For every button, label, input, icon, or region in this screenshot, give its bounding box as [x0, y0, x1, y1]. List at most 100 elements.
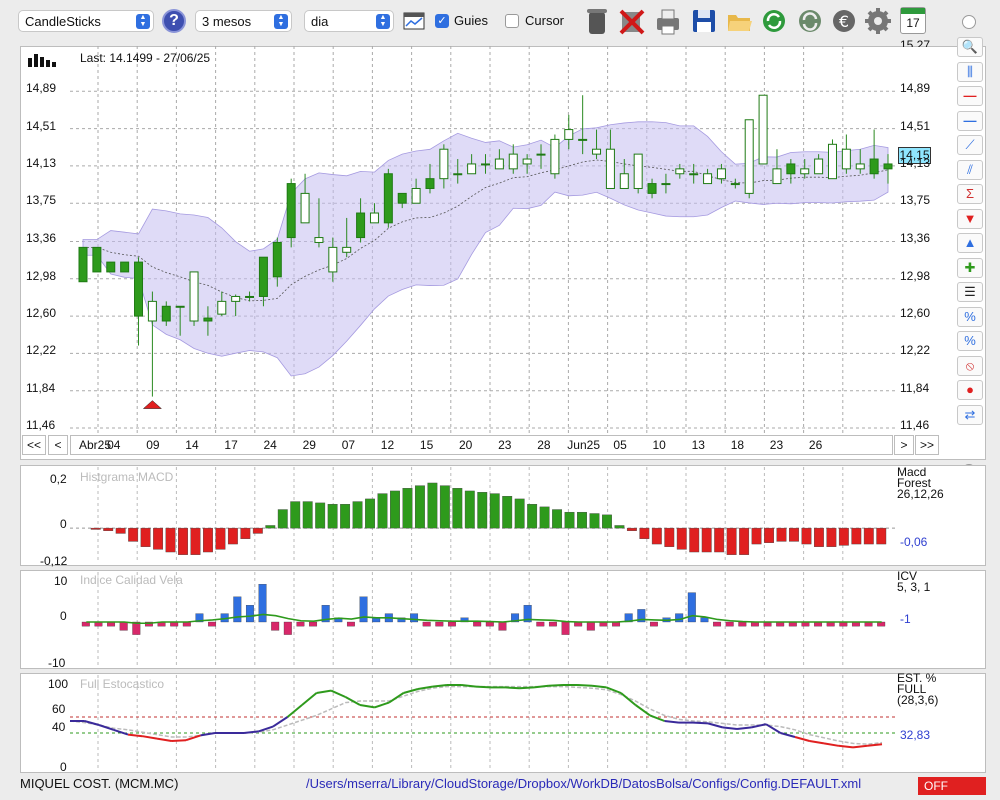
candle-body — [231, 295, 241, 302]
macd-title: Histgrama MACD — [80, 470, 174, 484]
icv-bar — [725, 621, 734, 627]
macd-bar — [477, 492, 488, 529]
stochastic-line-segment — [171, 739, 187, 742]
gear-icon[interactable] — [864, 6, 892, 36]
swap-icon[interactable]: ⇄ — [957, 404, 983, 425]
off-status-badge[interactable]: OFF — [918, 777, 986, 795]
stochastic-line-segment — [722, 726, 738, 730]
macd-bar — [502, 496, 513, 529]
open-folder-icon[interactable] — [725, 6, 753, 36]
print-icon[interactable] — [654, 6, 682, 36]
nav-prev-button[interactable]: < — [48, 435, 68, 455]
bar-chart-icon[interactable] — [28, 53, 58, 67]
stop-icon[interactable]: ⦸ — [957, 355, 983, 376]
macd-bar — [863, 527, 874, 545]
icv-bar — [586, 621, 595, 631]
stochastic-line-segment — [127, 733, 143, 738]
macd-bar — [527, 504, 538, 529]
nav-first-button[interactable]: << — [22, 435, 46, 455]
percent-icon[interactable]: % — [957, 306, 983, 327]
macd-bar — [701, 527, 712, 553]
candle-body — [827, 143, 837, 180]
macd-y-label: 0,2 — [50, 472, 67, 486]
candle — [106, 261, 116, 273]
candle-body — [592, 148, 602, 155]
dashed-lines-icon[interactable]: ☰ — [957, 282, 983, 302]
refresh-icon[interactable] — [760, 6, 788, 36]
icv-bar — [309, 621, 318, 627]
down-arrow-icon[interactable]: ▼ — [957, 208, 983, 229]
stochastic-line-segment — [432, 684, 448, 688]
blue-hline-icon[interactable]: — — [957, 110, 983, 131]
currency-icon[interactable]: € — [830, 6, 858, 36]
date-axis-label: 05 — [613, 438, 627, 452]
percent-icon[interactable]: % — [957, 331, 983, 351]
signals-icon[interactable]: ✚ — [957, 257, 983, 278]
channel-icon[interactable]: ⫽ — [957, 159, 983, 180]
candle-body — [564, 129, 574, 140]
fibonacci-icon[interactable]: Σ — [957, 184, 983, 204]
save-icon[interactable] — [690, 6, 718, 36]
icv-bar — [649, 621, 658, 627]
red-hline-icon[interactable]: — — [957, 86, 983, 106]
calendar-icon[interactable]: 17 — [900, 7, 926, 34]
up-arrow-icon[interactable]: ▲ — [957, 233, 983, 253]
candle-body — [772, 168, 782, 185]
macd-bar — [203, 527, 213, 553]
macd-bar — [365, 498, 375, 529]
interval-select[interactable]: dia ▲ ▼ — [304, 10, 394, 32]
date-axis-label: Jun25 — [567, 438, 600, 452]
trash-icon[interactable] — [584, 6, 610, 36]
stochastic-svg[interactable] — [20, 673, 986, 773]
stochastic-line-segment — [156, 737, 172, 742]
candle — [78, 246, 88, 283]
trendline-icon[interactable]: ⟋ — [957, 135, 983, 155]
macd-bar — [726, 527, 737, 555]
macd-bar — [714, 527, 725, 553]
period-select[interactable]: 3 mesos ▲ ▼ — [195, 10, 292, 32]
stochastic-y-label: 100 — [48, 677, 69, 691]
candle-body — [258, 256, 268, 297]
macd-bar — [739, 527, 750, 555]
guides-checkbox[interactable]: ✓ — [435, 14, 449, 28]
candle-body — [786, 163, 796, 175]
price-panel-radio[interactable] — [962, 15, 976, 29]
chart-type-select[interactable]: CandleSticks ▲ ▼ — [18, 10, 154, 32]
candle-body — [369, 212, 379, 224]
price-axis-label-left: 12,22 — [26, 343, 57, 358]
delete-icon[interactable] — [618, 6, 646, 36]
macd-bar — [377, 493, 388, 529]
icv-bar — [245, 605, 254, 623]
candle — [744, 119, 754, 199]
candlestick-toggle-icon[interactable]: ⫼ — [957, 61, 983, 82]
price-axis-label-right: 12,98 — [900, 268, 931, 283]
toolbar: CandleSticks ▲ ▼ ? 3 mesos ▲ ▼ dia ▲ ▼ ✓ Gu… — [0, 0, 1000, 42]
config-path-link[interactable]: /Users/mserra/Library/CloudStorage/Dropb… — [306, 776, 861, 791]
candle-body — [342, 246, 352, 253]
icv-bar — [713, 621, 722, 627]
chevron-updown-icon: ▲ ▼ — [136, 14, 150, 29]
candle-body — [383, 173, 393, 224]
record-icon[interactable]: ● — [957, 380, 983, 400]
icv-bar — [422, 621, 431, 627]
stochastic-line-segment — [809, 740, 825, 745]
candle — [189, 271, 199, 326]
macd-bar — [252, 527, 263, 534]
nav-next-button[interactable]: > — [894, 435, 914, 455]
macd-bar — [402, 488, 413, 529]
macd-bar — [602, 514, 612, 529]
magnifier-icon[interactable]: 🔍 — [957, 37, 983, 57]
nav-last-button[interactable]: >> — [915, 435, 939, 455]
sync-icon[interactable] — [796, 6, 824, 36]
cursor-label: Cursor — [525, 13, 565, 28]
price-axis-label-right: 14,51 — [900, 118, 931, 133]
price-axis-label-left: 12,98 — [26, 268, 57, 283]
grid-icon[interactable] — [403, 12, 425, 30]
help-icon[interactable]: ? — [162, 9, 186, 33]
date-axis-label: 12 — [380, 438, 395, 452]
price-chart-svg[interactable] — [20, 46, 986, 460]
cursor-checkbox[interactable] — [505, 14, 519, 28]
macd-bar — [340, 504, 351, 529]
price-axis-label-left: 12,60 — [26, 306, 57, 321]
stochastic-signal-line — [69, 685, 883, 745]
